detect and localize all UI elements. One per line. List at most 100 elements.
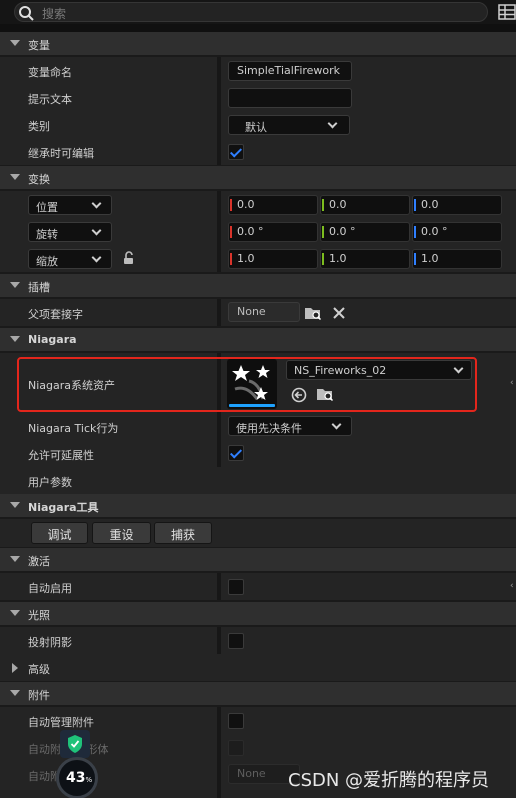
collapsed-arrow-icon bbox=[12, 663, 18, 673]
rotation-mode-dropdown[interactable]: 旋转 bbox=[28, 222, 112, 242]
category-title: 附件 bbox=[28, 689, 50, 702]
search-input[interactable]: 搜索 bbox=[14, 2, 488, 22]
search-icon bbox=[19, 6, 34, 21]
browse-folder-icon[interactable] bbox=[304, 305, 322, 321]
category-title: 光照 bbox=[28, 609, 50, 622]
scale-x-field[interactable]: 1.0 bbox=[228, 249, 318, 269]
tooltip-input[interactable] bbox=[228, 88, 352, 108]
column-divider bbox=[217, 57, 221, 84]
category-title: Niagara工具 bbox=[28, 501, 99, 514]
grid-view-icon[interactable] bbox=[498, 4, 516, 20]
category-attachment[interactable]: 附件 bbox=[0, 682, 516, 705]
advanced-row[interactable]: 高级 bbox=[0, 654, 516, 681]
field-value: 1.0 bbox=[237, 252, 255, 265]
column-divider bbox=[217, 573, 221, 600]
search-bar: 搜索 bbox=[0, 0, 516, 24]
category-dropdown-value: 默认 bbox=[245, 121, 267, 134]
auto-attach-simulated-checkbox[interactable] bbox=[228, 740, 244, 756]
expand-arrow-icon bbox=[10, 174, 20, 180]
expand-arrow-icon bbox=[10, 336, 20, 342]
field-value: 0.0 ° bbox=[329, 225, 356, 238]
category-title: 变量 bbox=[28, 39, 50, 52]
property-label: 提示文本 bbox=[28, 93, 72, 106]
y-axis-marker bbox=[322, 253, 324, 265]
clear-icon[interactable] bbox=[332, 306, 346, 320]
property-label: 继承时可编辑 bbox=[28, 147, 94, 160]
auto-activate-checkbox[interactable] bbox=[228, 579, 244, 595]
location-mode-value: 位置 bbox=[36, 201, 58, 214]
category-transform[interactable]: 变换 bbox=[0, 166, 516, 189]
unlock-icon[interactable] bbox=[122, 251, 136, 265]
category-title: 插槽 bbox=[28, 281, 50, 294]
parent-socket-field[interactable]: None bbox=[228, 302, 300, 322]
location-z-field[interactable]: 0.0 bbox=[412, 195, 502, 215]
expand-arrow-icon bbox=[10, 282, 20, 288]
debug-button[interactable]: 调试 bbox=[31, 522, 88, 544]
category-lighting[interactable]: 光照 bbox=[0, 602, 516, 625]
scalability-checkbox[interactable] bbox=[228, 445, 244, 461]
property-row-tick-behavior: Niagara Tick行为 使用先决条件 bbox=[0, 413, 516, 440]
category-activation[interactable]: 激活 bbox=[0, 548, 516, 571]
category-title: 激活 bbox=[28, 555, 50, 568]
performance-gauge[interactable]: 43% bbox=[56, 757, 98, 798]
auto-manage-checkbox[interactable] bbox=[228, 713, 244, 729]
column-divider bbox=[217, 734, 221, 761]
shield-check-icon bbox=[68, 735, 82, 753]
z-axis-marker bbox=[414, 226, 416, 238]
cast-shadow-checkbox[interactable] bbox=[228, 633, 244, 649]
rotation-mode-value: 旋转 bbox=[36, 228, 58, 241]
watermark: CSDN @爱折腾的程序员 bbox=[288, 770, 490, 791]
property-row-tooltip: 提示文本 bbox=[0, 84, 516, 111]
capture-button[interactable]: 捕获 bbox=[154, 522, 212, 544]
x-axis-marker bbox=[230, 199, 232, 211]
rotation-z-field[interactable]: 0.0 ° bbox=[412, 222, 502, 242]
reset-button[interactable]: 重设 bbox=[92, 522, 151, 544]
property-label: 自动管理附件 bbox=[28, 716, 94, 729]
variable-name-input[interactable]: SimpleTialFirework bbox=[228, 61, 352, 81]
location-y-field[interactable]: 0.0 bbox=[320, 195, 410, 215]
column-divider bbox=[217, 413, 221, 440]
location-x-field[interactable]: 0.0 bbox=[228, 195, 318, 215]
scale-mode-value: 缩放 bbox=[36, 255, 58, 268]
category-niagara[interactable]: Niagara bbox=[0, 328, 516, 351]
x-axis-marker bbox=[230, 253, 232, 265]
property-row-user-params[interactable]: 用户参数 bbox=[0, 467, 516, 494]
z-axis-marker bbox=[414, 199, 416, 211]
editable-checkbox[interactable] bbox=[228, 144, 244, 160]
column-divider bbox=[217, 627, 221, 654]
category-socket[interactable]: 插槽 bbox=[0, 274, 516, 297]
chevron-down-icon bbox=[327, 118, 338, 129]
y-axis-marker bbox=[322, 199, 324, 211]
chevron-down-icon bbox=[91, 252, 102, 263]
rotation-y-field[interactable]: 0.0 ° bbox=[320, 222, 410, 242]
property-label: 自动启用 bbox=[28, 582, 72, 595]
property-label: 父项套接字 bbox=[28, 308, 83, 321]
expand-arrow-icon bbox=[10, 556, 20, 562]
category-dropdown[interactable]: 默认 bbox=[228, 115, 350, 135]
scale-z-field[interactable]: 1.0 bbox=[412, 249, 502, 269]
security-widget[interactable] bbox=[60, 730, 90, 758]
column-divider bbox=[217, 245, 221, 272]
column-divider bbox=[217, 761, 221, 798]
z-axis-marker bbox=[414, 253, 416, 265]
category-niagara-tools[interactable]: Niagara工具 bbox=[0, 494, 516, 517]
property-row-cast-shadow: 投射阴影 bbox=[0, 627, 516, 654]
category-variable[interactable]: 变量 bbox=[0, 32, 516, 55]
property-row-variable-name: 变量命名 SimpleTialFirework bbox=[0, 57, 516, 84]
location-mode-dropdown[interactable]: 位置 bbox=[28, 195, 112, 215]
scale-mode-dropdown[interactable]: 缩放 bbox=[28, 249, 112, 269]
scale-y-field[interactable]: 1.0 bbox=[320, 249, 410, 269]
rotation-x-field[interactable]: 0.0 ° bbox=[228, 222, 318, 242]
property-label: 高级 bbox=[28, 663, 50, 676]
expand-arrow-icon bbox=[10, 690, 20, 696]
highlight-box bbox=[17, 357, 477, 412]
x-axis-marker bbox=[230, 226, 232, 238]
column-divider bbox=[217, 191, 221, 218]
property-row-rotation: 旋转 0.0 ° 0.0 ° 0.0 ° bbox=[0, 218, 516, 245]
field-value: 0.0 bbox=[237, 198, 255, 211]
tick-behavior-dropdown[interactable]: 使用先决条件 bbox=[228, 416, 352, 436]
tick-behavior-value: 使用先决条件 bbox=[236, 422, 302, 435]
column-divider bbox=[217, 84, 221, 111]
property-row-scale: 缩放 1.0 1.0 1.0 bbox=[0, 245, 516, 272]
column-divider bbox=[217, 707, 221, 734]
